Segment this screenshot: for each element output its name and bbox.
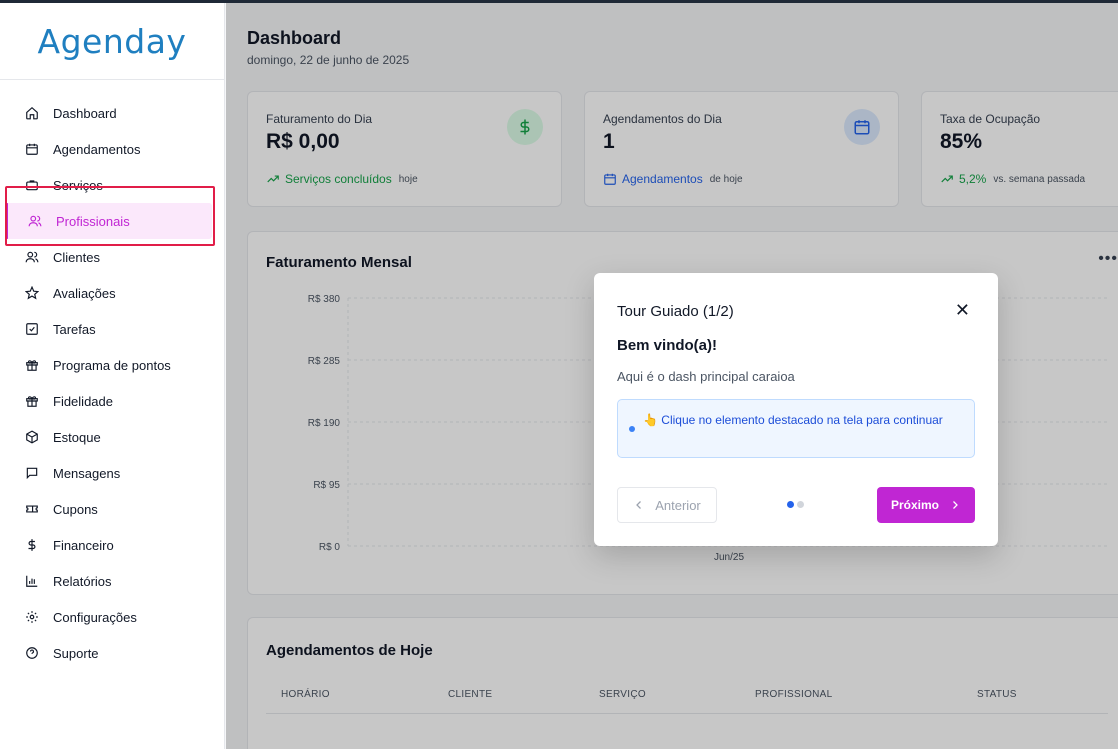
sidebar-item-clientes[interactable]: Clientes <box>0 239 224 275</box>
sidebar-item-configuracoes[interactable]: Configurações <box>0 599 224 635</box>
sidebar-item-label: Fidelidade <box>53 393 113 409</box>
sidebar-item-servicos[interactable]: Serviços <box>0 167 224 203</box>
step-dot <box>787 501 794 508</box>
sidebar-item-dashboard[interactable]: Dashboard <box>0 95 224 131</box>
sidebar-item-label: Estoque <box>53 429 101 445</box>
sidebar-item-label: Clientes <box>53 249 100 265</box>
home-icon <box>24 105 40 121</box>
sidebar-item-label: Avaliações <box>53 285 116 301</box>
tour-hint-box: 👆 Clique no elemento destacado na tela p… <box>617 399 975 458</box>
tour-dialog: Tour Guiado (1/2) ✕ Bem vindo(a)! Aqui é… <box>594 273 998 546</box>
sidebar-item-label: Dashboard <box>53 105 117 121</box>
message-icon <box>24 465 40 481</box>
previous-button-label: Anterior <box>655 497 701 513</box>
previous-button[interactable]: Anterior <box>617 487 717 523</box>
sidebar-nav: Dashboard Agendamentos Serviços Profissi… <box>0 80 224 671</box>
checkbox-icon <box>24 321 40 337</box>
sidebar-item-programa-de-pontos[interactable]: Programa de pontos <box>0 347 224 383</box>
sidebar-item-cupons[interactable]: Cupons <box>0 491 224 527</box>
sidebar-item-tarefas[interactable]: Tarefas <box>0 311 224 347</box>
users-icon <box>24 249 40 265</box>
sidebar-item-relatorios[interactable]: Relatórios <box>0 563 224 599</box>
sidebar-item-label: Relatórios <box>53 573 112 589</box>
sidebar-item-mensagens[interactable]: Mensagens <box>0 455 224 491</box>
box-icon <box>24 429 40 445</box>
tour-heading: Bem vindo(a)! <box>617 337 718 354</box>
step-dot <box>797 501 804 508</box>
sidebar-item-financeiro[interactable]: Financeiro <box>0 527 224 563</box>
sidebar-item-label: Serviços <box>53 177 103 193</box>
next-button-label: Próximo <box>890 498 939 512</box>
star-icon <box>24 285 40 301</box>
hint-dot-icon <box>629 426 635 432</box>
sidebar-item-fidelidade[interactable]: Fidelidade <box>0 383 224 419</box>
sidebar-item-label: Programa de pontos <box>53 357 171 373</box>
sidebar-item-label: Agendamentos <box>53 141 141 157</box>
gift-icon <box>24 393 40 409</box>
sidebar-item-avaliacoes[interactable]: Avaliações <box>0 275 224 311</box>
tour-hint-text: 👆 Clique no elemento destacado na tela p… <box>643 413 943 427</box>
sidebar-item-profissionais[interactable]: Profissionais <box>5 203 212 239</box>
chevron-left-icon <box>636 501 642 509</box>
sidebar-item-label: Financeiro <box>53 537 114 553</box>
logo-area: Agenday <box>0 3 224 80</box>
sidebar-item-agendamentos[interactable]: Agendamentos <box>0 131 224 167</box>
sidebar-item-label: Tarefas <box>53 321 96 337</box>
calendar-icon <box>24 141 40 157</box>
sidebar-item-label: Suporte <box>53 645 99 661</box>
next-button[interactable]: Próximo <box>877 487 975 523</box>
sidebar: Agenday Dashboard Agendamentos Serviços … <box>0 3 225 749</box>
gear-icon <box>24 609 40 625</box>
ticket-icon <box>24 501 40 517</box>
users-icon <box>27 213 43 229</box>
gift-icon <box>24 357 40 373</box>
sidebar-item-suporte[interactable]: Suporte <box>0 635 224 671</box>
sidebar-item-label: Profissionais <box>56 213 130 229</box>
tour-title: Tour Guiado (1/2) <box>617 303 734 320</box>
chevron-right-icon <box>953 501 958 509</box>
tour-text: Aqui é o dash principal caraioa <box>617 369 795 384</box>
dollar-icon <box>24 537 40 553</box>
sidebar-item-label: Mensagens <box>53 465 121 481</box>
tour-step-indicator <box>787 501 804 508</box>
sidebar-item-label: Configurações <box>53 609 137 625</box>
close-icon[interactable]: ✕ <box>955 301 970 319</box>
bar-chart-icon <box>24 573 40 589</box>
help-circle-icon <box>24 645 40 661</box>
briefcase-icon <box>24 177 40 193</box>
sidebar-item-estoque[interactable]: Estoque <box>0 419 224 455</box>
sidebar-item-label: Cupons <box>53 501 98 517</box>
app-logo[interactable]: Agenday <box>38 22 187 61</box>
